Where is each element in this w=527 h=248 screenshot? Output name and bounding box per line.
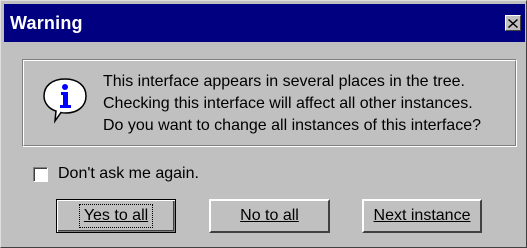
next-instance-label: Next instance bbox=[373, 207, 471, 224]
close-button[interactable] bbox=[505, 15, 521, 31]
message-line: This interface appears in several places… bbox=[103, 73, 465, 90]
no-to-all-label: No to all bbox=[240, 207, 299, 224]
warning-dialog: Warning This interface appears in severa… bbox=[0, 0, 527, 248]
dont-ask-again-label[interactable]: Don't ask me again. bbox=[58, 165, 199, 183]
yes-to-all-button[interactable]: Yes to all bbox=[56, 199, 176, 233]
message-panel: This interface appears in several places… bbox=[22, 59, 517, 147]
close-icon bbox=[508, 18, 518, 28]
title-bar[interactable]: Warning bbox=[4, 4, 525, 42]
info-icon bbox=[43, 78, 87, 124]
yes-to-all-label: Yes to all bbox=[78, 204, 154, 228]
dont-ask-again-row[interactable]: Don't ask me again. bbox=[33, 165, 199, 183]
message-line: Checking this interface will affect all … bbox=[103, 95, 473, 112]
window-title: Warning bbox=[10, 12, 83, 33]
dont-ask-again-checkbox[interactable] bbox=[33, 166, 48, 182]
message-text: This interface appears in several places… bbox=[103, 71, 481, 137]
message-line: Do you want to change all instances of t… bbox=[103, 117, 481, 134]
next-instance-button[interactable]: Next instance bbox=[362, 199, 482, 233]
no-to-all-button[interactable]: No to all bbox=[209, 199, 330, 233]
